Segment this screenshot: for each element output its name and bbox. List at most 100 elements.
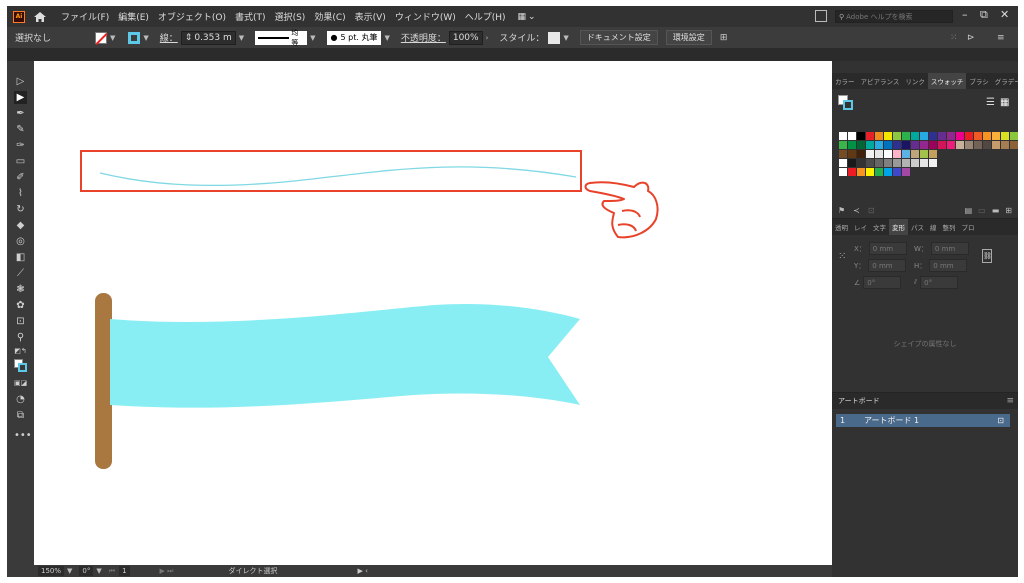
swatch-kind-icon[interactable]: ▤ [965,206,973,215]
swatch-cell[interactable] [875,141,883,149]
fill-stroke-icon[interactable] [14,359,27,372]
first-page-icon[interactable]: ⏮ [109,567,115,576]
tab-stroke[interactable]: 線 [927,219,940,235]
swatch-options-icon-2[interactable]: ▭ [978,206,986,215]
stroke-label[interactable]: 線： [160,31,178,44]
tab-brushes[interactable]: ブラシ [966,73,991,89]
swatch-cell[interactable] [947,132,955,140]
swatch-cell[interactable] [875,132,883,140]
menu-icon[interactable]: ≡ [997,33,1005,43]
menu-select[interactable]: 選択(S) [275,10,306,23]
variable-width-profile[interactable]: 均等 [255,29,308,47]
swatch-cell[interactable] [884,150,892,158]
menu-type[interactable]: 書式(T) [235,10,266,23]
swatch-cell[interactable] [839,141,847,149]
menu-help[interactable]: ヘルプ(H) [465,10,506,23]
default-colors-icon[interactable]: ◩↰ [14,345,27,358]
gradient-tool-icon[interactable]: ◧ [14,251,27,264]
swatch-cell[interactable] [848,168,856,176]
swatch-cell[interactable] [956,141,964,149]
swatch-cell[interactable] [902,168,910,176]
swatch-cell[interactable] [893,141,901,149]
swatch-cell[interactable] [884,159,892,167]
swatch-cell[interactable] [974,141,982,149]
swatch-library-icon[interactable]: ⚑ [838,206,845,215]
swatch-cell[interactable] [893,159,901,167]
stroke-swatch[interactable] [128,31,141,44]
swatch-cell[interactable] [911,150,919,158]
home-icon[interactable] [33,10,47,24]
chevron-down-icon[interactable]: ▼ [239,34,244,42]
place-swatch-icon[interactable]: ≺ [853,206,860,215]
swatch-fill-stroke-icon[interactable] [838,95,854,111]
swatch-cell[interactable] [893,150,901,158]
swatch-cell[interactable] [884,132,892,140]
swatch-cell[interactable] [911,132,919,140]
h-field[interactable]: 0 mm [929,259,968,272]
color-mode-icon[interactable]: ▣◪ [14,377,27,390]
swatch-cell[interactable] [857,132,865,140]
swatch-cell[interactable] [884,141,892,149]
swatch-cell[interactable] [839,132,847,140]
pen-tool-icon[interactable]: ✒ [14,107,27,120]
artboard-options-icon[interactable]: ⊡ [997,416,1004,425]
flag-banner[interactable] [110,303,580,408]
stepper-icon[interactable]: ⇕ [185,33,193,43]
panel-menu-icon[interactable]: ≡ [1006,396,1018,406]
chevron-down-icon[interactable]: ▼ [67,567,72,575]
swatch-cell[interactable] [920,159,928,167]
swatch-cell[interactable] [866,141,874,149]
menu-file[interactable]: ファイル(F) [61,10,109,23]
y-field[interactable]: 0 mm [868,259,907,272]
swatch-cell[interactable] [911,159,919,167]
swatch-cell[interactable] [974,132,982,140]
panel-toggle-icon[interactable] [815,10,827,22]
shear-angle-field[interactable]: 0° [920,276,959,289]
swatch-cell[interactable] [929,132,937,140]
tab-transform[interactable]: 変形 [889,219,908,235]
swatch-cell[interactable] [920,141,928,149]
new-group-icon[interactable]: ▬ [992,206,1000,215]
swatch-cell[interactable] [920,132,928,140]
list-view-icon[interactable]: ☰ [986,97,995,108]
thumbnail-view-icon[interactable]: ▦ [1000,97,1009,108]
x-field[interactable]: 0 mm [868,242,907,255]
graphic-style-swatch[interactable] [548,31,561,44]
tab-character[interactable]: 文字 [870,219,889,235]
rotate-view-field[interactable]: 0° [79,566,94,576]
new-swatch-icon[interactable]: ⊞ [1005,206,1012,215]
workspace-layout-button[interactable]: ▦ ⌄ [518,12,536,22]
menu-window[interactable]: ウィンドウ(W) [395,10,456,23]
tab-align[interactable]: 整列 [940,219,959,235]
swatch-cell[interactable] [1010,132,1018,140]
artboard-number-field[interactable]: 1 [119,566,130,576]
reference-point-icon[interactable]: ⁙ [838,251,846,262]
next-page-icon[interactable]: ▶ ⏭ [160,567,174,576]
tab-appearance[interactable]: アピアランス [858,73,903,89]
swatch-cell[interactable] [992,132,1000,140]
chevron-down-icon[interactable]: ▼ [96,567,101,575]
swatch-cell[interactable] [1001,132,1009,140]
drawing-mode-icon[interactable]: ◔ [14,393,27,406]
minimize-button[interactable]: – [962,8,968,21]
swatch-cell[interactable] [857,168,865,176]
swatch-cell[interactable] [911,141,919,149]
artboard-canvas[interactable] [34,61,832,565]
paintbrush-tool-icon[interactable]: ✐ [14,171,27,184]
swatch-cell[interactable] [866,159,874,167]
swatch-cell[interactable] [866,132,874,140]
rectangle-tool-icon[interactable]: ▭ [14,155,27,168]
swatch-cell[interactable] [875,159,883,167]
swatch-options-icon[interactable]: ⊡ [868,206,875,215]
fill-swatch[interactable] [95,31,107,44]
swatch-cell[interactable] [983,132,991,140]
tab-gradient[interactable]: グラデーション [992,73,1018,89]
swatch-cell[interactable] [938,132,946,140]
brush-definition[interactable]: ● 5 pt. 丸筆 [326,30,382,45]
tab-swatches[interactable]: スウォッチ [927,73,967,89]
opacity-label[interactable]: 不透明度： [401,31,446,44]
menu-edit[interactable]: 編集(E) [118,10,149,23]
symbol-sprayer-tool-icon[interactable]: ✿ [14,299,27,312]
tab-links[interactable]: リンク [902,73,928,89]
swatch-cell[interactable] [902,150,910,158]
